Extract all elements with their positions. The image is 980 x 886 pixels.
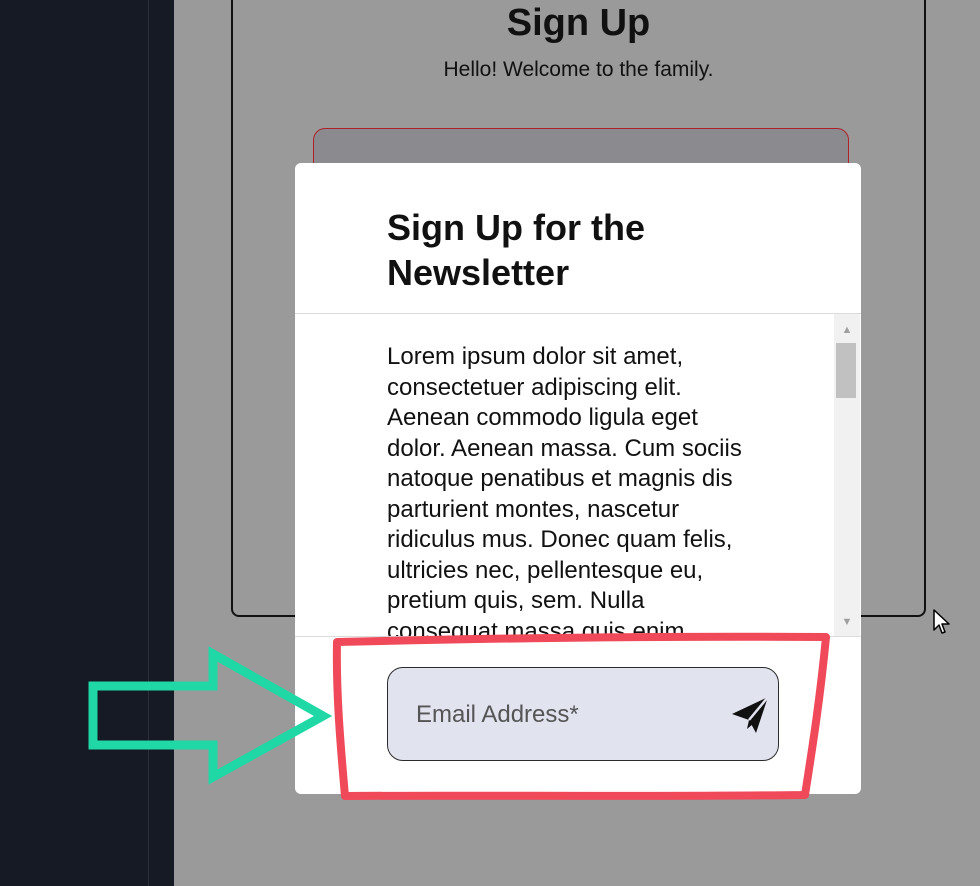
scroll-thumb[interactable] <box>836 343 856 398</box>
modal-body[interactable]: Lorem ipsum dolor sit amet, consectetuer… <box>295 314 861 636</box>
scroll-up-arrow-icon[interactable]: ▲ <box>834 320 860 340</box>
mouse-cursor-icon <box>933 609 950 634</box>
email-input[interactable] <box>414 668 718 762</box>
modal-title: Sign Up for the Newsletter <box>387 207 645 293</box>
scroll-down-arrow-icon[interactable]: ▼ <box>834 612 860 632</box>
left-sidebar <box>0 0 174 886</box>
send-button[interactable] <box>728 692 774 738</box>
email-field-container[interactable] <box>387 667 779 762</box>
modal-header: Sign Up for the Newsletter <box>295 163 861 314</box>
modal-body-text: Lorem ipsum dolor sit amet, consectetuer… <box>387 343 742 636</box>
sidebar-divider <box>148 0 149 886</box>
newsletter-modal: Sign Up for the Newsletter Lorem ipsum d… <box>295 163 861 794</box>
paper-plane-icon <box>732 696 769 733</box>
modal-scrollbar[interactable]: ▲ ▼ <box>834 314 860 636</box>
modal-footer <box>295 636 861 794</box>
background-signup-subtitle: Hello! Welcome to the family. <box>443 58 714 81</box>
background-signup-title: Sign Up <box>506 2 651 44</box>
